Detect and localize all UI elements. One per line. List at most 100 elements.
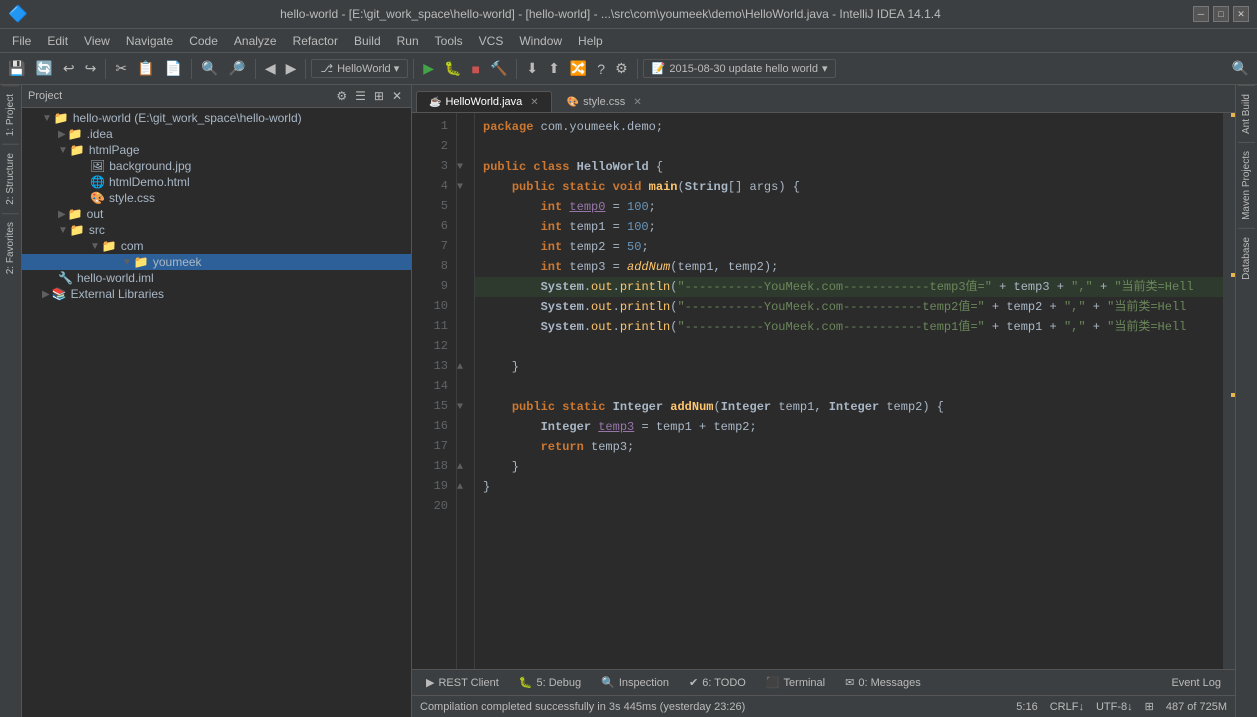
gutter-19[interactable]: ▲: [457, 477, 474, 497]
folder-icon: 📁: [70, 143, 85, 157]
encoding[interactable]: UTF-8↓: [1096, 701, 1133, 713]
toolbar-run-btn[interactable]: ▶: [419, 58, 438, 79]
fold-arrow: ▶: [58, 129, 66, 140]
menu-refactor[interactable]: Refactor: [285, 32, 346, 50]
plain: +: [1093, 277, 1115, 297]
tree-item-style-css[interactable]: 🎨 style.css: [22, 190, 411, 206]
tree-item-htmlpage[interactable]: ▼ 📁 htmlPage: [22, 142, 411, 158]
toolbar-settings-btn[interactable]: ⚙: [611, 58, 632, 79]
toolbar-vcs-update-btn[interactable]: ⬇: [522, 58, 542, 79]
minimize-button[interactable]: ─: [1193, 6, 1209, 22]
line-num-19: 19: [420, 477, 448, 497]
toolbar-copy-btn[interactable]: 📋: [133, 58, 158, 79]
bottom-tab-inspection[interactable]: 🔍 Inspection: [591, 673, 679, 692]
side-tab-ant-build[interactable]: Ant Build: [1238, 85, 1255, 142]
folder-icon: 📁: [54, 111, 69, 125]
tree-item-hello-world[interactable]: ▼ 📁 hello-world (E:\git_work_space\hello…: [22, 110, 411, 126]
menu-tools[interactable]: Tools: [427, 32, 471, 50]
tree-item-youmeek[interactable]: ▼ 📁 youmeek: [22, 254, 411, 270]
menu-vcs[interactable]: VCS: [471, 32, 512, 50]
menu-file[interactable]: File: [4, 32, 39, 50]
maximize-button[interactable]: □: [1213, 6, 1229, 22]
gutter-3[interactable]: ▼: [457, 157, 474, 177]
layout-icon[interactable]: ☰: [352, 88, 369, 104]
bottom-tab-debug[interactable]: 🐛 5: Debug: [509, 673, 591, 692]
line-num-9: 9: [420, 277, 448, 297]
toolbar-replace-btn[interactable]: 🔎: [224, 58, 249, 79]
vcs-commit-msg[interactable]: 📝 2015-08-30 update hello world ▾: [643, 59, 837, 78]
toolbar-stop-btn[interactable]: ■: [467, 59, 483, 79]
toolbar-paste-btn[interactable]: 📄: [161, 58, 186, 79]
bottom-tab-event-log[interactable]: Event Log: [1161, 674, 1231, 692]
gutter-18[interactable]: ▲: [457, 457, 474, 477]
toolbar-debug-btn[interactable]: 🐛: [440, 58, 465, 79]
toolbar-save-btn[interactable]: 💾: [4, 58, 29, 79]
menu-edit[interactable]: Edit: [39, 32, 76, 50]
vcs-dropdown-icon[interactable]: ▾: [822, 62, 828, 75]
toolbar-vcs-btn[interactable]: 🔀: [566, 58, 591, 79]
gear-icon[interactable]: ⚙: [333, 88, 350, 104]
toolbar-forward-btn[interactable]: ▶: [282, 58, 301, 79]
tree-item-idea[interactable]: ▶ 📁 .idea: [22, 126, 411, 142]
toolbar-branch[interactable]: ⎇ HelloWorld ▾: [311, 59, 408, 78]
tab-helloworld[interactable]: ☕ HelloWorld.java ✕: [416, 91, 552, 112]
bottom-tab-terminal[interactable]: ⬛ Terminal: [756, 673, 835, 692]
window-controls[interactable]: ─ □ ✕: [1193, 6, 1249, 22]
side-tab-favorites[interactable]: 2: Favorites: [2, 213, 19, 282]
menu-help[interactable]: Help: [570, 32, 611, 50]
close-button[interactable]: ✕: [1233, 6, 1249, 22]
code-editor[interactable]: package com.youmeek.demo; public class H…: [475, 113, 1223, 669]
toolbar-help-btn[interactable]: ?: [593, 59, 609, 79]
toolbar-find-btn[interactable]: 🔍: [197, 58, 222, 79]
menu-view[interactable]: View: [76, 32, 118, 50]
toolbar-search-btn[interactable]: 🔍: [1228, 58, 1253, 79]
side-tab-project[interactable]: 1: Project: [2, 85, 19, 144]
editor-area: ☕ HelloWorld.java ✕ 🎨 style.css ✕ 1 2 3 …: [412, 85, 1235, 717]
toolbar-undo-btn[interactable]: ↩: [59, 58, 79, 79]
side-tab-database[interactable]: Database: [1238, 228, 1255, 288]
gutter-15[interactable]: ▼: [457, 397, 474, 417]
bottom-tab-todo[interactable]: ✔ 6: TODO: [679, 673, 756, 692]
line-num-2: 2: [420, 137, 448, 157]
line-num-5: 5: [420, 197, 448, 217]
side-tab-structure[interactable]: 2: Structure: [2, 144, 19, 213]
tree-label: background.jpg: [109, 159, 191, 173]
tree-item-out[interactable]: ▶ 📁 out: [22, 206, 411, 222]
settings-icon[interactable]: ⊞: [371, 88, 387, 104]
debug-label: 5: Debug: [537, 677, 582, 689]
menu-analyze[interactable]: Analyze: [226, 32, 285, 50]
close-panel-icon[interactable]: ✕: [389, 88, 405, 104]
tree-item-iml[interactable]: 🔧 hello-world.iml: [22, 270, 411, 286]
toolbar-cut-btn[interactable]: ✂: [111, 58, 131, 79]
tree-item-bg-jpg[interactable]: 🖼 background.jpg: [22, 158, 411, 174]
side-tab-maven-projects[interactable]: Maven Projects: [1238, 142, 1255, 228]
cursor-position[interactable]: 5:16: [1016, 701, 1037, 713]
menu-code[interactable]: Code: [181, 32, 226, 50]
toolbar-sync-btn[interactable]: 🔄: [31, 58, 56, 79]
menu-run[interactable]: Run: [389, 32, 427, 50]
line-ending[interactable]: CRLF↓: [1050, 701, 1084, 713]
tab-close-icon[interactable]: ✕: [633, 97, 641, 108]
project-header-btns: ⚙ ☰ ⊞ ✕: [333, 88, 405, 104]
tree-item-ext-libs[interactable]: ▶ 📚 External Libraries: [22, 286, 411, 302]
toolbar-sep-5: [413, 59, 414, 79]
toolbar-build-btn[interactable]: 🔨: [486, 58, 511, 79]
tab-close-icon[interactable]: ✕: [530, 97, 538, 108]
toolbar-redo-btn[interactable]: ↪: [81, 58, 101, 79]
tree-item-html-demo[interactable]: 🌐 htmlDemo.html: [22, 174, 411, 190]
menu-build[interactable]: Build: [346, 32, 389, 50]
cls-system: System: [541, 297, 584, 317]
bottom-tab-messages[interactable]: ✉ 0: Messages: [835, 673, 931, 692]
gutter-4[interactable]: ▼: [457, 177, 474, 197]
toolbar-back-btn[interactable]: ◀: [261, 58, 280, 79]
menu-navigate[interactable]: Navigate: [118, 32, 181, 50]
code-line-17: return temp3;: [475, 437, 1223, 457]
tree-item-com[interactable]: ▼ 📁 com: [22, 238, 411, 254]
gutter-13[interactable]: ▲: [457, 357, 474, 377]
bottom-tab-rest-client[interactable]: ▶ REST Client: [416, 673, 509, 692]
toolbar-vcs-commit-btn[interactable]: ⬆: [544, 58, 564, 79]
menu-window[interactable]: Window: [511, 32, 570, 50]
toolbar-project-select[interactable]: HelloWorld ▾: [337, 62, 399, 75]
tab-stylecss[interactable]: 🎨 style.css ✕: [554, 91, 655, 112]
tree-item-src[interactable]: ▼ 📁 src: [22, 222, 411, 238]
